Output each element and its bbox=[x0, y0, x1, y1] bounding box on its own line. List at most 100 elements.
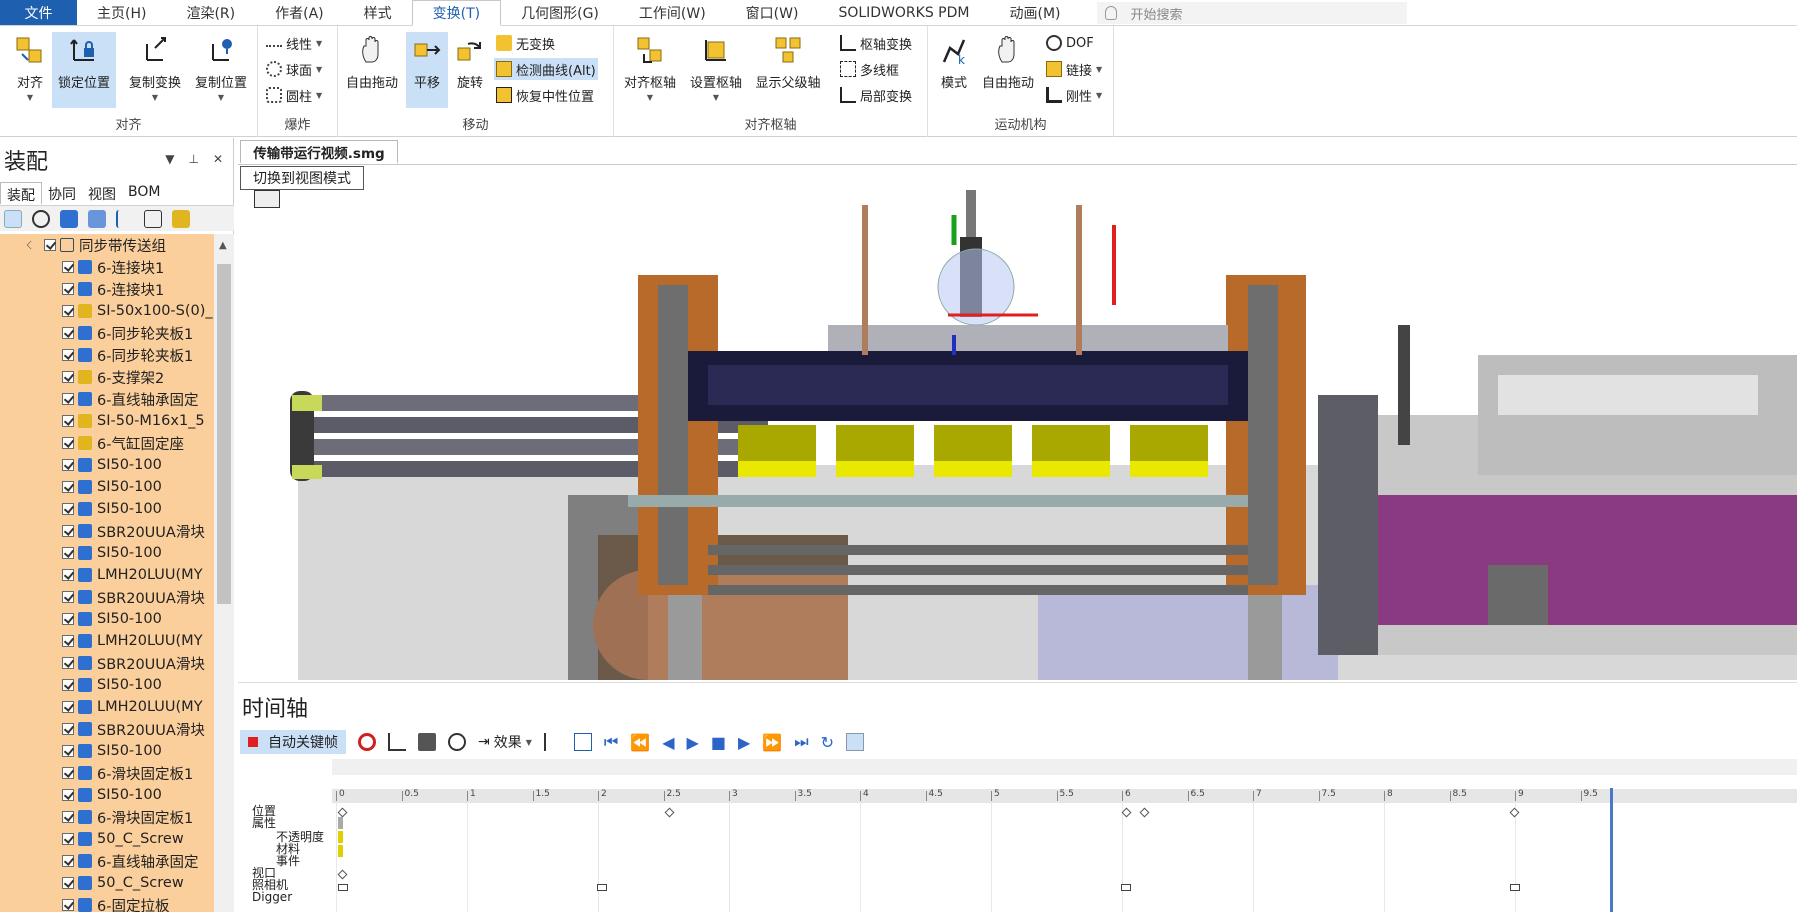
tab-bom[interactable]: BOM bbox=[122, 182, 166, 204]
visibility-checkbox[interactable] bbox=[62, 767, 74, 779]
visibility-checkbox[interactable] bbox=[62, 855, 74, 867]
pin-icon[interactable]: ⊥ bbox=[188, 152, 198, 166]
visibility-checkbox[interactable] bbox=[62, 481, 74, 493]
tree-item[interactable]: SBR20UUA滑块 bbox=[0, 586, 214, 608]
visibility-checkbox[interactable] bbox=[62, 371, 74, 383]
scrollbar-thumb[interactable] bbox=[217, 264, 231, 604]
tree-item[interactable]: LMH20LUU(MY bbox=[0, 630, 214, 652]
view-toggle-icon[interactable] bbox=[846, 733, 865, 751]
visibility-checkbox[interactable] bbox=[62, 393, 74, 405]
film-icon[interactable] bbox=[254, 190, 280, 208]
visibility-checkbox[interactable] bbox=[62, 811, 74, 823]
tree-item[interactable]: 6-直线轴承固定 bbox=[0, 850, 214, 872]
visibility-checkbox[interactable] bbox=[62, 833, 74, 845]
tree-item[interactable]: SI50-100 bbox=[0, 498, 214, 520]
close-icon[interactable]: ✕ bbox=[213, 152, 223, 166]
visibility-checkbox[interactable] bbox=[62, 525, 74, 537]
no-transform-button[interactable]: 无变换 bbox=[494, 32, 557, 54]
visibility-checkbox[interactable] bbox=[62, 569, 74, 581]
material-bar[interactable] bbox=[338, 831, 343, 843]
camera-keyframe-icon[interactable] bbox=[338, 884, 348, 891]
mech-free-drag-button[interactable]: 自由拖动 bbox=[978, 32, 1038, 108]
visibility-checkbox[interactable] bbox=[62, 877, 74, 889]
visibility-checkbox[interactable] bbox=[62, 283, 74, 295]
set-pivot-button[interactable]: 设置枢轴 ▼ bbox=[684, 32, 748, 108]
go-start-icon[interactable]: ⏮ bbox=[604, 732, 618, 752]
tree-item[interactable]: SI50-100 bbox=[0, 608, 214, 630]
event-bar[interactable] bbox=[338, 845, 343, 857]
lock-position-button[interactable]: 锁定位置 bbox=[52, 32, 116, 108]
visibility-checkbox[interactable] bbox=[62, 459, 74, 471]
visibility-checkbox[interactable] bbox=[62, 591, 74, 603]
visibility-checkbox[interactable] bbox=[62, 613, 74, 625]
tree-item[interactable]: SI50-100 bbox=[0, 740, 214, 762]
tree-item[interactable]: SI50-100 bbox=[0, 476, 214, 498]
mode-button[interactable]: k 模式 bbox=[932, 32, 976, 108]
auto-keyframe-button[interactable]: 自动关键帧 bbox=[240, 730, 346, 754]
dropdown-icon[interactable]: ▼ bbox=[165, 152, 174, 166]
tree-item[interactable]: SBR20UUA滑块 bbox=[0, 718, 214, 740]
visibility-checkbox[interactable] bbox=[62, 503, 74, 515]
pivot-transform-button[interactable]: 枢轴变换 bbox=[838, 32, 914, 54]
visibility-checkbox[interactable] bbox=[62, 305, 74, 317]
tree-scrollbar[interactable]: ▲ bbox=[214, 234, 234, 912]
tree-item[interactable]: 6-同步轮夹板1 bbox=[0, 322, 214, 344]
visibility-checkbox[interactable] bbox=[62, 723, 74, 735]
visibility-checkbox[interactable] bbox=[62, 547, 74, 559]
collapse-icon[interactable] bbox=[88, 209, 106, 228]
effect-button[interactable]: ⇥ 效果 ▼ bbox=[478, 732, 532, 752]
table-icon[interactable] bbox=[144, 209, 162, 228]
tab-view[interactable]: 视图 bbox=[82, 182, 122, 204]
tree-item[interactable]: SBR20UUA滑块 bbox=[0, 520, 214, 542]
step-back-icon[interactable]: ◀ bbox=[662, 733, 674, 752]
search-box[interactable]: 开始搜索 bbox=[1096, 2, 1407, 24]
tree-item[interactable]: SI50-100 bbox=[0, 784, 214, 806]
tree-item[interactable]: 6-支撑架2 bbox=[0, 366, 214, 388]
menu-tab-window[interactable]: 窗口(W) bbox=[726, 0, 819, 25]
camera-key-icon[interactable] bbox=[418, 733, 436, 751]
timeline-grid[interactable] bbox=[332, 803, 1797, 912]
visibility-checkbox[interactable] bbox=[62, 679, 74, 691]
visibility-checkbox[interactable] bbox=[62, 327, 74, 339]
go-end-icon[interactable]: ⏭ bbox=[794, 732, 808, 752]
visibility-checkbox[interactable] bbox=[62, 899, 74, 911]
key-edit-icon[interactable] bbox=[543, 733, 562, 751]
tree-item[interactable]: 6-滑块固定板1 bbox=[0, 806, 214, 828]
part-filter-icon[interactable] bbox=[172, 209, 190, 228]
rewind-icon[interactable]: ⏪ bbox=[630, 733, 650, 752]
local-transform-button[interactable]: 局部变换 bbox=[838, 84, 914, 106]
tree-item[interactable]: 6-连接块1 bbox=[0, 256, 214, 278]
menu-tab-workshop[interactable]: 工作间(W) bbox=[619, 0, 726, 25]
visibility-checkbox[interactable] bbox=[62, 437, 74, 449]
timeline-playhead[interactable] bbox=[1610, 788, 1613, 912]
visibility-checkbox[interactable] bbox=[62, 657, 74, 669]
menu-tab-style[interactable]: 样式 bbox=[344, 0, 412, 25]
rotate-button[interactable]: 旋转 bbox=[448, 32, 492, 108]
opacity-bar[interactable] bbox=[338, 817, 343, 829]
linear-explode-button[interactable]: 线性 ▼ bbox=[264, 32, 324, 54]
timeline-ruler[interactable]: 0 0.5 1 1.5 2 2.5 3 3.5 4 4.5 5 5.5 6 6.5 7 7.5 8 8.5 9 9.5 bbox=[332, 789, 1797, 803]
detect-curve-button[interactable]: 检测曲线(Alt) bbox=[494, 58, 598, 80]
3d-viewport[interactable] bbox=[238, 164, 1797, 680]
tree-item[interactable]: 6-固定拉板 bbox=[0, 894, 214, 912]
filter-icon[interactable] bbox=[448, 733, 466, 751]
visibility-checkbox[interactable] bbox=[62, 635, 74, 647]
visibility-checkbox[interactable] bbox=[62, 789, 74, 801]
tree-item[interactable]: SI50-100 bbox=[0, 674, 214, 696]
stop-icon[interactable]: ■ bbox=[711, 733, 726, 752]
step-forward-icon[interactable]: ▶ bbox=[738, 733, 750, 752]
menu-tab-animation[interactable]: 动画(M) bbox=[989, 0, 1080, 25]
visibility-checkbox[interactable] bbox=[62, 349, 74, 361]
collapse-arrow-icon[interactable] bbox=[26, 240, 36, 250]
align-button[interactable]: 对齐 ▼ bbox=[4, 32, 56, 108]
scroll-up-icon[interactable]: ▲ bbox=[219, 240, 227, 251]
menu-tab-geometry[interactable]: 几何图形(G) bbox=[501, 0, 619, 25]
tree-item[interactable]: SI50-100 bbox=[0, 454, 214, 476]
sphere-explode-button[interactable]: 球面 ▼ bbox=[264, 58, 324, 80]
timeline-table-icon[interactable] bbox=[573, 733, 592, 751]
tree-item[interactable]: 6-滑块固定板1 bbox=[0, 762, 214, 784]
play-icon[interactable]: ▶ bbox=[687, 733, 699, 752]
tree-item[interactable]: SI50-100 bbox=[0, 542, 214, 564]
copy-transform-button[interactable]: 复制变换 ▼ bbox=[124, 32, 186, 108]
tree-item[interactable]: SI-50-M16x1_5 bbox=[0, 410, 214, 432]
